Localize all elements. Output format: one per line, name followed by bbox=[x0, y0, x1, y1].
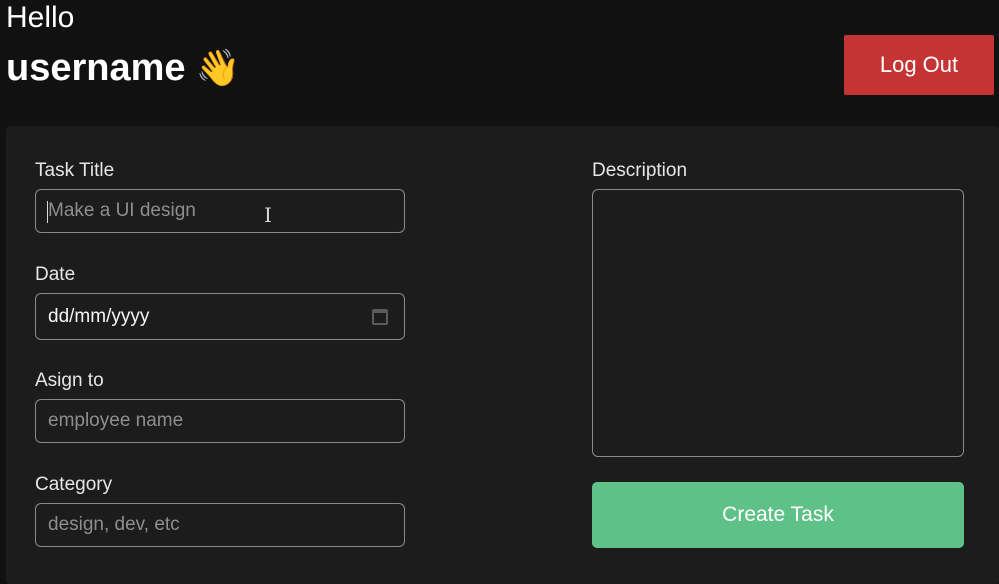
text-caret bbox=[47, 201, 48, 223]
assign-to-input[interactable] bbox=[35, 399, 405, 443]
calendar-icon[interactable] bbox=[372, 308, 388, 325]
task-title-label: Task Title bbox=[35, 160, 115, 181]
create-task-button[interactable]: Create Task bbox=[592, 482, 964, 548]
text-cursor-icon: I bbox=[264, 203, 272, 227]
category-input[interactable] bbox=[35, 503, 405, 547]
category-label: Category bbox=[35, 474, 113, 495]
dashboard-page: Hello username 👋 Log Out Task Title I Da… bbox=[0, 0, 999, 584]
username-heading: username 👋 bbox=[6, 44, 240, 92]
date-value: dd/mm/yyyy bbox=[48, 305, 150, 327]
description-label: Description bbox=[592, 160, 688, 181]
greeting-text: Hello bbox=[6, 1, 75, 34]
waving-hand-icon: 👋 bbox=[195, 47, 241, 88]
username-text: username bbox=[6, 47, 186, 89]
task-title-input[interactable] bbox=[35, 189, 405, 233]
assign-to-label: Asign to bbox=[35, 370, 104, 391]
date-label: Date bbox=[35, 264, 76, 285]
description-textarea[interactable] bbox=[592, 189, 964, 457]
date-input[interactable]: dd/mm/yyyy bbox=[35, 293, 405, 340]
logout-button[interactable]: Log Out bbox=[844, 35, 994, 95]
